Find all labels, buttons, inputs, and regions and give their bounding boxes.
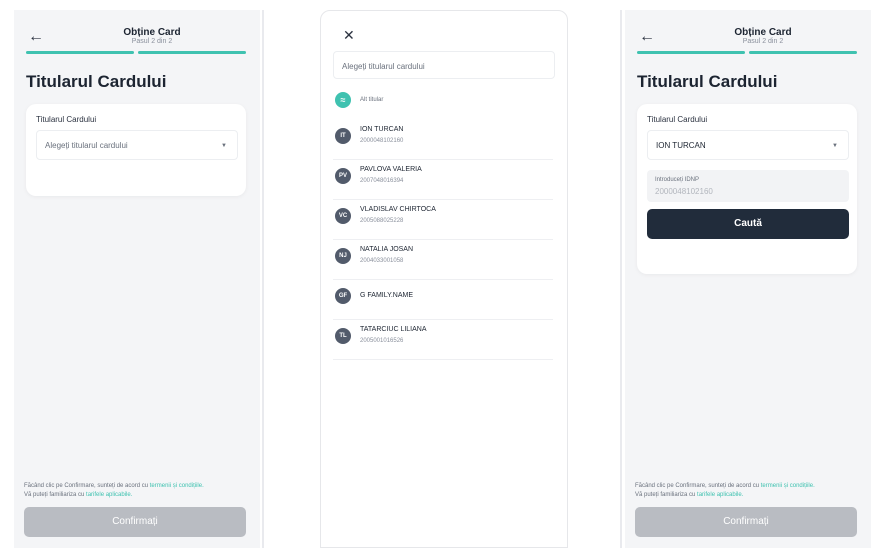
- terms-prefix: Făcând clic pe Confirmare, sunteți de ac…: [24, 483, 150, 489]
- holder-select-value: ION TURCAN: [656, 141, 706, 150]
- idnp-label: Introduceți IDNP: [655, 177, 700, 183]
- page-title: Titularul Cardului: [637, 72, 778, 91]
- terms-text: Făcând clic pe Confirmare, sunteți de ac…: [24, 482, 254, 500]
- header-step: Pasul 2 din 2: [742, 38, 784, 45]
- tariffs-prefix: Vă puteți familiariza cu: [24, 492, 87, 498]
- holder-name: NATALIA JOSAN: [360, 246, 414, 253]
- avatar: PV: [335, 168, 351, 184]
- idnp-field[interactable]: Introduceți IDNP 2000048102160: [647, 170, 849, 202]
- avatar: TL: [335, 328, 351, 344]
- header-title: Obține Card: [734, 27, 792, 38]
- tariffs-link[interactable]: tarifele aplicabile.: [697, 492, 743, 498]
- holder-card: Titularul Cardului ION TURCAN ▼ Introduc…: [637, 104, 857, 274]
- divider: [620, 10, 622, 548]
- holder-item[interactable]: PV PAVLOVA VALERIA 2007048016394: [333, 161, 553, 200]
- screen-holder-selected: ← Obține Card Pasul 2 din 2 Titularul Ca…: [625, 10, 871, 548]
- terms-prefix: Făcând clic pe Confirmare, sunteți de ac…: [635, 483, 761, 489]
- holder-name: VLADISLAV CHIRTOCA: [360, 206, 436, 213]
- alt-holder-label: Alt titular: [360, 97, 384, 103]
- progress-step-2: [138, 51, 246, 54]
- terms-link[interactable]: termenii și condițiile.: [150, 483, 204, 489]
- holder-search-input[interactable]: Alegeți titularul cardului: [333, 51, 555, 79]
- holder-item[interactable]: GF G FAMILY.NAME: [333, 281, 553, 320]
- chevron-down-icon: ▼: [832, 143, 838, 149]
- chevron-down-icon: ▼: [221, 143, 227, 149]
- confirm-button[interactable]: Confirmați: [635, 507, 857, 537]
- header-step: Pasul 2 din 2: [131, 38, 173, 45]
- terms-link[interactable]: termenii și condițiile.: [761, 483, 815, 489]
- holder-item[interactable]: TL TATARCIUC LILIANA 2005001016526: [333, 321, 553, 360]
- progress-step-1: [637, 51, 745, 54]
- avatar: IT: [335, 128, 351, 144]
- screen-holder-list: ✕ Alegeți titularul cardului ≈ Alt titul…: [320, 10, 568, 548]
- avatar: NJ: [335, 248, 351, 264]
- holder-select[interactable]: Alegeți titularul cardului ▼: [36, 130, 238, 160]
- divider: [262, 10, 264, 548]
- holder-id: 2000048102160: [360, 138, 404, 144]
- holder-id: 2005088025228: [360, 218, 404, 224]
- search-button[interactable]: Caută: [647, 209, 849, 239]
- holder-card: Titularul Cardului Alegeți titularul car…: [26, 104, 246, 196]
- tariffs-link[interactable]: tarifele aplicabile.: [86, 492, 132, 498]
- idnp-value: 2000048102160: [655, 187, 713, 196]
- person-icon: ≈: [335, 92, 351, 108]
- card-label: Titularul Cardului: [36, 115, 97, 124]
- progress-step-2: [749, 51, 857, 54]
- header-title: Obține Card: [123, 27, 181, 38]
- tariffs-prefix: Vă puteți familiariza cu: [635, 492, 698, 498]
- holder-name: TATARCIUC LILIANA: [360, 326, 427, 333]
- page-title: Titularul Cardului: [26, 72, 167, 91]
- holder-item[interactable]: NJ NATALIA JOSAN 2004033001058: [333, 241, 553, 280]
- confirm-button[interactable]: Confirmați: [24, 507, 246, 537]
- holder-select[interactable]: ION TURCAN ▼: [647, 130, 849, 160]
- terms-text: Făcând clic pe Confirmare, sunteți de ac…: [635, 482, 865, 500]
- holder-search-placeholder: Alegeți titularul cardului: [342, 62, 425, 71]
- avatar: GF: [335, 288, 351, 304]
- avatar: VC: [335, 208, 351, 224]
- progress-step-1: [26, 51, 134, 54]
- holder-id: 2004033001058: [360, 258, 404, 264]
- holder-name: G FAMILY.NAME: [360, 292, 414, 299]
- holder-item[interactable]: VC VLADISLAV CHIRTOCA 2005088025228: [333, 201, 553, 240]
- holder-item[interactable]: IT ION TURCAN 2000048102160: [333, 121, 553, 160]
- holder-id: 2007048016394: [360, 178, 404, 184]
- screen-select-holder: ← Obține Card Pasul 2 din 2 Titularul Ca…: [14, 10, 260, 548]
- alt-holder-item[interactable]: ≈ Alt titular: [333, 85, 553, 123]
- holder-name: PAVLOVA VALERIA: [360, 166, 422, 173]
- card-label: Titularul Cardului: [647, 115, 708, 124]
- holder-id: 2005001016526: [360, 338, 404, 344]
- close-icon[interactable]: ✕: [343, 27, 355, 44]
- holder-select-placeholder: Alegeți titularul cardului: [45, 141, 128, 150]
- holder-name: ION TURCAN: [360, 126, 404, 133]
